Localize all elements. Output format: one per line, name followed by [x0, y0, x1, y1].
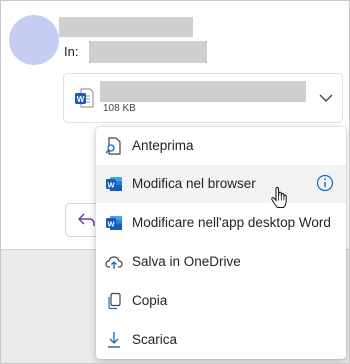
preview-icon — [105, 137, 121, 155]
to-label: In: — [64, 44, 79, 59]
attachment-card[interactable]: W 108 KB — [63, 73, 343, 123]
menu-item-label: Scarica — [132, 332, 178, 347]
menu-item-label: Anteprima — [132, 138, 194, 153]
menu-item-label: Salva in OneDrive — [132, 254, 241, 269]
info-icon[interactable] — [316, 174, 334, 192]
reply-arrow-icon — [78, 213, 95, 226]
menu-item-label: Copia — [132, 293, 168, 308]
menu-item-label: Modifica nel browser — [132, 176, 256, 191]
attachment-name-redacted — [100, 81, 306, 102]
recipient-redacted — [89, 41, 207, 63]
svg-text:W: W — [107, 219, 115, 228]
chevron-down-icon[interactable] — [318, 90, 334, 106]
menu-item-label: Modificare nell'app desktop Word — [132, 215, 331, 230]
attachment-size: 108 KB — [103, 103, 136, 114]
svg-text:W: W — [107, 180, 115, 189]
menu-item-save-to-onedrive[interactable]: Salva in OneDrive — [96, 243, 346, 281]
menu-item-edit-in-browser[interactable]: W Modifica nel browser — [96, 165, 346, 203]
word-document-icon: W — [75, 88, 94, 108]
menu-item-download[interactable]: Scarica — [96, 321, 346, 359]
cloud-upload-icon — [105, 256, 123, 269]
word-icon: W — [106, 177, 122, 191]
copy-icon — [108, 292, 121, 310]
sender-name-redacted — [59, 17, 193, 37]
svg-text:W: W — [77, 95, 85, 104]
word-icon: W — [106, 216, 122, 230]
menu-item-preview[interactable]: Anteprima — [96, 127, 346, 165]
message-window: In: W 108 KB Anteprima W Modifica nel br… — [0, 0, 350, 364]
avatar — [9, 15, 59, 65]
hand-cursor-icon — [271, 187, 287, 208]
download-icon — [108, 332, 120, 348]
menu-item-copy[interactable]: Copia — [96, 282, 346, 320]
attachment-context-menu: Anteprima W Modifica nel browser W Modif… — [96, 127, 346, 359]
menu-item-edit-in-desktop-app[interactable]: W Modificare nell'app desktop Word — [96, 204, 346, 242]
